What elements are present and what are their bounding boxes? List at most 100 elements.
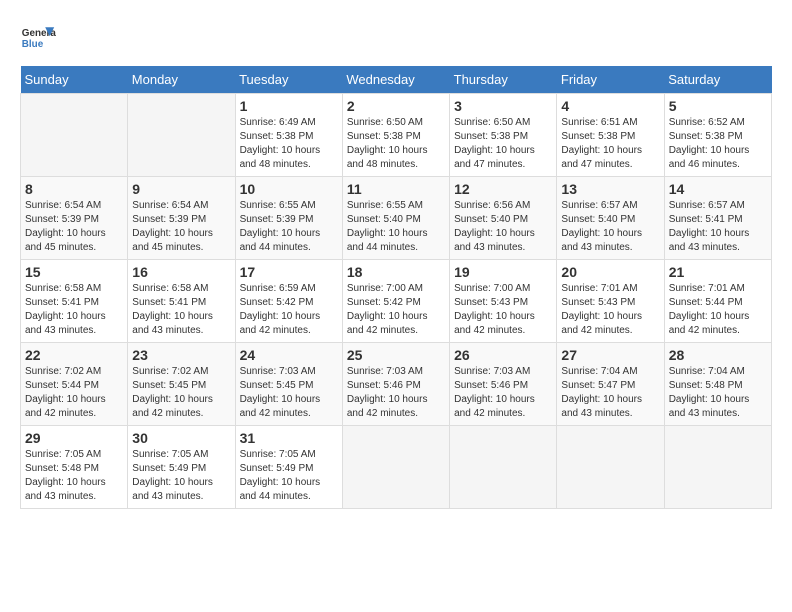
calendar-cell: 19 Sunrise: 7:00 AMSunset: 5:43 PMDayligh…	[450, 260, 557, 343]
calendar-cell	[664, 426, 771, 509]
day-number: 13	[561, 181, 659, 197]
day-number: 23	[132, 347, 230, 363]
day-info: Sunrise: 6:55 AMSunset: 5:40 PMDaylight:…	[347, 199, 445, 255]
day-number: 4	[561, 98, 659, 114]
calendar-cell: 26 Sunrise: 7:03 AMSunset: 5:46 PMDayligh…	[450, 343, 557, 426]
day-number: 26	[454, 347, 552, 363]
calendar-cell: 18 Sunrise: 7:00 AMSunset: 5:42 PMDayligh…	[342, 260, 449, 343]
calendar-cell	[128, 94, 235, 177]
calendar-cell: 10 Sunrise: 6:55 AMSunset: 5:39 PMDayligh…	[235, 177, 342, 260]
calendar-cell: 12 Sunrise: 6:56 AMSunset: 5:40 PMDayligh…	[450, 177, 557, 260]
calendar-cell: 28Sunrise: 7:04 AMSunset: 5:48 PMDayligh…	[664, 343, 771, 426]
day-info: Sunrise: 6:51 AMSunset: 5:38 PMDaylight:…	[561, 116, 659, 172]
day-number: 22	[25, 347, 123, 363]
day-number: 14	[669, 181, 767, 197]
day-number: 31	[240, 430, 338, 446]
calendar-cell: 15 Sunrise: 6:58 AMSunset: 5:41 PMDayligh…	[21, 260, 128, 343]
weekday-header-saturday: Saturday	[664, 66, 771, 94]
day-info: Sunrise: 7:03 AMSunset: 5:46 PMDaylight:…	[454, 365, 552, 421]
day-number: 2	[347, 98, 445, 114]
day-number: 11	[347, 181, 445, 197]
day-number: 16	[132, 264, 230, 280]
day-info: Sunrise: 7:04 AMSunset: 5:47 PMDaylight:…	[561, 365, 659, 421]
day-number: 21	[669, 264, 767, 280]
calendar-cell: 4 Sunrise: 6:51 AMSunset: 5:38 PMDaylight…	[557, 94, 664, 177]
logo-icon: General Blue	[20, 20, 56, 56]
calendar-table: SundayMondayTuesdayWednesdayThursdayFrid…	[20, 66, 772, 509]
calendar-cell: 3 Sunrise: 6:50 AMSunset: 5:38 PMDaylight…	[450, 94, 557, 177]
calendar-cell	[557, 426, 664, 509]
calendar-cell	[342, 426, 449, 509]
calendar-cell: 31 Sunrise: 7:05 AMSunset: 5:49 PMDayligh…	[235, 426, 342, 509]
weekday-header-monday: Monday	[128, 66, 235, 94]
day-info: Sunrise: 6:52 AMSunset: 5:38 PMDaylight:…	[669, 116, 767, 172]
day-number: 15	[25, 264, 123, 280]
calendar-cell: 2 Sunrise: 6:50 AMSunset: 5:38 PMDaylight…	[342, 94, 449, 177]
calendar-cell: 22 Sunrise: 7:02 AMSunset: 5:44 PMDayligh…	[21, 343, 128, 426]
day-info: Sunrise: 6:54 AMSunset: 5:39 PMDaylight:…	[25, 199, 123, 255]
day-info: Sunrise: 7:02 AMSunset: 5:45 PMDaylight:…	[132, 365, 230, 421]
calendar-week-row: 22 Sunrise: 7:02 AMSunset: 5:44 PMDayligh…	[21, 343, 772, 426]
weekday-header-thursday: Thursday	[450, 66, 557, 94]
day-number: 1	[240, 98, 338, 114]
day-info: Sunrise: 7:00 AMSunset: 5:43 PMDaylight:…	[454, 282, 552, 338]
day-info: Sunrise: 7:05 AMSunset: 5:48 PMDaylight:…	[25, 448, 123, 504]
calendar-cell: 21Sunrise: 7:01 AMSunset: 5:44 PMDayligh…	[664, 260, 771, 343]
calendar-cell: 14 Sunrise: 6:57 AMSunset: 5:41 PMDayligh…	[664, 177, 771, 260]
day-info: Sunrise: 7:03 AMSunset: 5:46 PMDaylight:…	[347, 365, 445, 421]
calendar-cell	[21, 94, 128, 177]
calendar-week-row: 15 Sunrise: 6:58 AMSunset: 5:41 PMDayligh…	[21, 260, 772, 343]
day-info: Sunrise: 6:57 AMSunset: 5:41 PMDaylight:…	[669, 199, 767, 255]
day-info: Sunrise: 7:04 AMSunset: 5:48 PMDaylight:…	[669, 365, 767, 421]
weekday-header-friday: Friday	[557, 66, 664, 94]
day-info: Sunrise: 7:03 AMSunset: 5:45 PMDaylight:…	[240, 365, 338, 421]
day-number: 17	[240, 264, 338, 280]
day-info: Sunrise: 6:49 AMSunset: 5:38 PMDaylight:…	[240, 116, 338, 172]
day-info: Sunrise: 6:58 AMSunset: 5:41 PMDaylight:…	[25, 282, 123, 338]
day-number: 5	[669, 98, 767, 114]
day-number: 30	[132, 430, 230, 446]
day-info: Sunrise: 6:50 AMSunset: 5:38 PMDaylight:…	[454, 116, 552, 172]
day-number: 12	[454, 181, 552, 197]
weekday-header-sunday: Sunday	[21, 66, 128, 94]
calendar-cell: 16 Sunrise: 6:58 AMSunset: 5:41 PMDayligh…	[128, 260, 235, 343]
calendar-cell: 23 Sunrise: 7:02 AMSunset: 5:45 PMDayligh…	[128, 343, 235, 426]
day-info: Sunrise: 6:56 AMSunset: 5:40 PMDaylight:…	[454, 199, 552, 255]
calendar-week-row: 1 Sunrise: 6:49 AMSunset: 5:38 PMDaylight…	[21, 94, 772, 177]
calendar-cell: 25 Sunrise: 7:03 AMSunset: 5:46 PMDayligh…	[342, 343, 449, 426]
day-number: 25	[347, 347, 445, 363]
day-number: 18	[347, 264, 445, 280]
calendar-week-row: 29 Sunrise: 7:05 AMSunset: 5:48 PMDayligh…	[21, 426, 772, 509]
day-info: Sunrise: 7:00 AMSunset: 5:42 PMDaylight:…	[347, 282, 445, 338]
day-info: Sunrise: 6:55 AMSunset: 5:39 PMDaylight:…	[240, 199, 338, 255]
day-info: Sunrise: 6:58 AMSunset: 5:41 PMDaylight:…	[132, 282, 230, 338]
day-number: 3	[454, 98, 552, 114]
day-info: Sunrise: 7:05 AMSunset: 5:49 PMDaylight:…	[132, 448, 230, 504]
calendar-cell	[450, 426, 557, 509]
day-info: Sunrise: 6:54 AMSunset: 5:39 PMDaylight:…	[132, 199, 230, 255]
calendar-cell: 9 Sunrise: 6:54 AMSunset: 5:39 PMDaylight…	[128, 177, 235, 260]
calendar-cell: 11 Sunrise: 6:55 AMSunset: 5:40 PMDayligh…	[342, 177, 449, 260]
day-number: 24	[240, 347, 338, 363]
calendar-cell: 30 Sunrise: 7:05 AMSunset: 5:49 PMDayligh…	[128, 426, 235, 509]
calendar-cell: 24 Sunrise: 7:03 AMSunset: 5:45 PMDayligh…	[235, 343, 342, 426]
weekday-header-wednesday: Wednesday	[342, 66, 449, 94]
day-number: 29	[25, 430, 123, 446]
calendar-cell: 17Sunrise: 6:59 AMSunset: 5:42 PMDayligh…	[235, 260, 342, 343]
day-number: 8	[25, 181, 123, 197]
weekday-header-row: SundayMondayTuesdayWednesdayThursdayFrid…	[21, 66, 772, 94]
day-info: Sunrise: 6:57 AMSunset: 5:40 PMDaylight:…	[561, 199, 659, 255]
calendar-cell: 20Sunrise: 7:01 AMSunset: 5:43 PMDayligh…	[557, 260, 664, 343]
calendar-cell: 8 Sunrise: 6:54 AMSunset: 5:39 PMDaylight…	[21, 177, 128, 260]
calendar-cell: 1 Sunrise: 6:49 AMSunset: 5:38 PMDaylight…	[235, 94, 342, 177]
svg-text:Blue: Blue	[22, 39, 44, 50]
day-info: Sunrise: 7:05 AMSunset: 5:49 PMDaylight:…	[240, 448, 338, 504]
day-number: 20	[561, 264, 659, 280]
calendar-cell: 13 Sunrise: 6:57 AMSunset: 5:40 PMDayligh…	[557, 177, 664, 260]
day-info: Sunrise: 7:02 AMSunset: 5:44 PMDaylight:…	[25, 365, 123, 421]
day-number: 10	[240, 181, 338, 197]
day-number: 9	[132, 181, 230, 197]
day-number: 19	[454, 264, 552, 280]
calendar-cell: 5 Sunrise: 6:52 AMSunset: 5:38 PMDaylight…	[664, 94, 771, 177]
day-info: Sunrise: 6:50 AMSunset: 5:38 PMDaylight:…	[347, 116, 445, 172]
